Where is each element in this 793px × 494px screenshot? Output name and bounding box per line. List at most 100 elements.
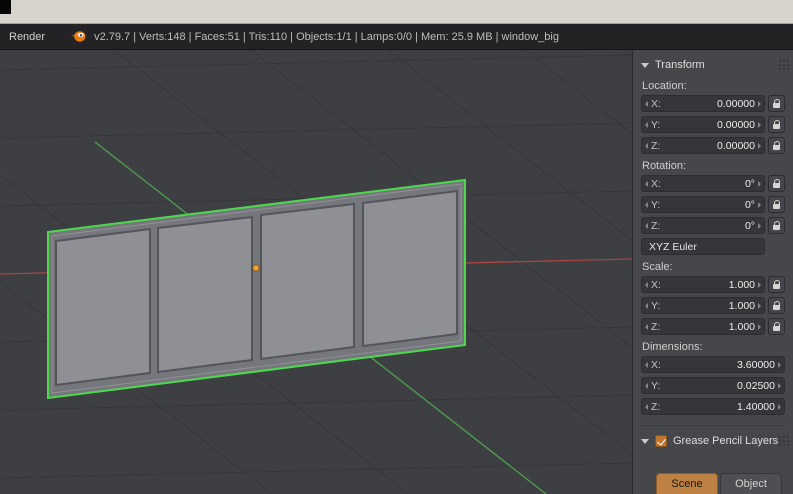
decrement-arrow-icon[interactable] <box>645 202 648 208</box>
rotation-z-row: Z: 0° <box>641 217 785 234</box>
decrement-arrow-icon[interactable] <box>645 303 648 309</box>
location-z-lock-button[interactable] <box>768 137 785 154</box>
rotation-mode-dropdown[interactable]: XYZ Euler <box>641 238 765 255</box>
decrement-arrow-icon[interactable] <box>645 223 648 229</box>
scale-x-field[interactable]: X: 1.000 <box>641 276 765 293</box>
increment-arrow-icon[interactable] <box>758 122 761 128</box>
rotation-y-lock-button[interactable] <box>768 196 785 213</box>
panel-title: Grease Pencil Layers <box>673 435 778 447</box>
rotation-y-row: Y: 0° <box>641 196 785 213</box>
blender-window: Render v2.79.7 | Verts:148 | Faces:51 | … <box>0 0 793 494</box>
field-value: 0.00000 <box>717 119 755 131</box>
unlock-icon <box>773 124 780 129</box>
axis-label: Z: <box>651 220 660 232</box>
increment-arrow-icon[interactable] <box>758 324 761 330</box>
axis-label: X: <box>651 98 661 110</box>
axis-label: Z: <box>651 321 660 333</box>
increment-arrow-icon[interactable] <box>778 404 781 410</box>
scale-y-field[interactable]: Y: 1.000 <box>641 297 765 314</box>
axis-label: Z: <box>651 140 660 152</box>
field-value: 0.00000 <box>717 98 755 110</box>
increment-arrow-icon[interactable] <box>758 181 761 187</box>
viewport-canvas[interactable] <box>0 50 632 494</box>
dimensions-x-row: X: 3.60000 <box>641 356 785 373</box>
tab-scene[interactable]: Scene <box>656 473 718 494</box>
location-y-lock-button[interactable] <box>768 116 785 133</box>
decrement-arrow-icon[interactable] <box>645 143 648 149</box>
rotation-mode-value: XYZ Euler <box>649 241 697 253</box>
panel-drag-dots-icon[interactable] <box>779 60 781 62</box>
scale-label: Scale: <box>642 261 785 273</box>
scale-x-lock-button[interactable] <box>768 276 785 293</box>
render-menu[interactable]: Render <box>0 31 55 43</box>
collapse-arrow-icon[interactable] <box>641 439 649 444</box>
grease-pencil-panel-header[interactable]: Grease Pencil Layers <box>641 432 785 450</box>
tab-object[interactable]: Object <box>720 473 782 494</box>
decrement-arrow-icon[interactable] <box>645 404 648 410</box>
rotation-x-field[interactable]: X: 0° <box>641 175 765 192</box>
increment-arrow-icon[interactable] <box>778 362 781 368</box>
panel-title: Transform <box>655 59 705 71</box>
increment-arrow-icon[interactable] <box>758 282 761 288</box>
rotation-z-field[interactable]: Z: 0° <box>641 217 765 234</box>
decrement-arrow-icon[interactable] <box>645 383 648 389</box>
increment-arrow-icon[interactable] <box>758 101 761 107</box>
gp-source-tabs: Scene Object <box>656 473 782 494</box>
decrement-arrow-icon[interactable] <box>645 122 648 128</box>
increment-arrow-icon[interactable] <box>758 303 761 309</box>
blender-logo-icon <box>71 30 86 43</box>
field-value: 1.40000 <box>737 401 775 413</box>
increment-arrow-icon[interactable] <box>758 223 761 229</box>
axis-label: X: <box>651 359 661 371</box>
dimensions-z-field[interactable]: Z: 1.40000 <box>641 398 785 415</box>
decrement-arrow-icon[interactable] <box>645 362 648 368</box>
decrement-arrow-icon[interactable] <box>645 181 648 187</box>
increment-arrow-icon[interactable] <box>758 143 761 149</box>
scale-y-row: Y: 1.000 <box>641 297 785 314</box>
location-z-field[interactable]: Z: 0.00000 <box>641 137 765 154</box>
window-pane-2[interactable] <box>158 217 252 372</box>
dimensions-y-field[interactable]: Y: 0.02500 <box>641 377 785 394</box>
field-value: 1.000 <box>729 279 755 291</box>
field-value: 0° <box>745 220 755 232</box>
decrement-arrow-icon[interactable] <box>645 282 648 288</box>
properties-panel: Transform Location: X: 0.00000 Y: 0.0000… <box>632 50 793 494</box>
object-origin-point <box>253 265 259 271</box>
3d-viewport[interactable] <box>0 50 632 494</box>
dimensions-label: Dimensions: <box>642 341 785 353</box>
unlock-icon <box>773 204 780 209</box>
scale-y-lock-button[interactable] <box>768 297 785 314</box>
scale-z-field[interactable]: Z: 1.000 <box>641 318 765 335</box>
location-y-field[interactable]: Y: 0.00000 <box>641 116 765 133</box>
axis-label: Y: <box>651 199 660 211</box>
increment-arrow-icon[interactable] <box>778 383 781 389</box>
decrement-arrow-icon[interactable] <box>645 324 648 330</box>
transform-panel-header[interactable]: Transform <box>641 56 785 74</box>
info-header: Render v2.79.7 | Verts:148 | Faces:51 | … <box>0 24 793 50</box>
field-value: 1.000 <box>729 321 755 333</box>
increment-arrow-icon[interactable] <box>758 202 761 208</box>
rotation-label: Rotation: <box>642 160 785 172</box>
window-pane-3[interactable] <box>261 204 354 359</box>
field-value: 0° <box>745 178 755 190</box>
unlock-icon <box>773 326 780 331</box>
location-x-field[interactable]: X: 0.00000 <box>641 95 765 112</box>
rotation-x-lock-button[interactable] <box>768 175 785 192</box>
dimensions-x-field[interactable]: X: 3.60000 <box>641 356 785 373</box>
axis-label: Z: <box>651 401 660 413</box>
window-pane-1[interactable] <box>56 229 150 385</box>
panel-drag-dots-icon[interactable] <box>779 436 781 438</box>
scale-x-row: X: 1.000 <box>641 276 785 293</box>
field-value: 0.02500 <box>737 380 775 392</box>
decrement-arrow-icon[interactable] <box>645 101 648 107</box>
rotation-y-field[interactable]: Y: 0° <box>641 196 765 213</box>
unlock-icon <box>773 103 780 108</box>
grease-pencil-checkbox[interactable] <box>655 435 667 447</box>
collapse-arrow-icon[interactable] <box>641 63 649 68</box>
scale-z-lock-button[interactable] <box>768 318 785 335</box>
window-pane-4[interactable] <box>363 191 457 346</box>
unlock-icon <box>773 305 780 310</box>
rotation-z-lock-button[interactable] <box>768 217 785 234</box>
location-x-lock-button[interactable] <box>768 95 785 112</box>
location-x-row: X: 0.00000 <box>641 95 785 112</box>
